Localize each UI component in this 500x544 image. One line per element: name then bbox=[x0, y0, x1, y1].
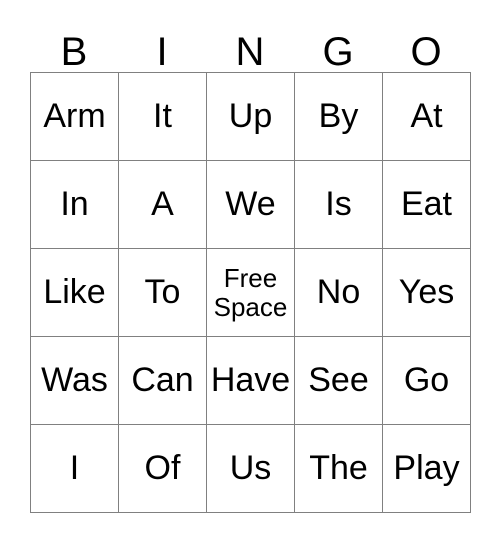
bingo-row: I Of Us The Play bbox=[31, 425, 471, 513]
bingo-cell[interactable]: Like bbox=[31, 249, 119, 337]
bingo-grid: Arm It Up By At In A We Is Eat Like To F… bbox=[30, 72, 471, 513]
bingo-cell[interactable]: To bbox=[119, 249, 207, 337]
bingo-cell[interactable]: No bbox=[295, 249, 383, 337]
bingo-cell-free-space[interactable]: Free Space bbox=[207, 249, 295, 337]
bingo-row: Arm It Up By At bbox=[31, 73, 471, 161]
bingo-cell[interactable]: Was bbox=[31, 337, 119, 425]
header-letter-g: G bbox=[322, 30, 354, 74]
bingo-cell[interactable]: We bbox=[207, 161, 295, 249]
bingo-cell[interactable]: A bbox=[119, 161, 207, 249]
bingo-row: In A We Is Eat bbox=[31, 161, 471, 249]
header-letter-i: I bbox=[156, 30, 168, 74]
bingo-row: Was Can Have See Go bbox=[31, 337, 471, 425]
header-letter-b: B bbox=[60, 30, 88, 74]
bingo-cell[interactable]: Us bbox=[207, 425, 295, 513]
bingo-cell[interactable]: Up bbox=[207, 73, 295, 161]
bingo-cell[interactable]: It bbox=[119, 73, 207, 161]
bingo-cell[interactable]: Have bbox=[207, 337, 295, 425]
bingo-cell[interactable]: Play bbox=[383, 425, 471, 513]
bingo-cell[interactable]: Arm bbox=[31, 73, 119, 161]
bingo-cell[interactable]: The bbox=[295, 425, 383, 513]
bingo-row: Like To Free Space No Yes bbox=[31, 249, 471, 337]
bingo-cell[interactable]: Yes bbox=[383, 249, 471, 337]
bingo-cell[interactable]: Go bbox=[383, 337, 471, 425]
bingo-cell[interactable]: See bbox=[295, 337, 383, 425]
bingo-cell[interactable]: Of bbox=[119, 425, 207, 513]
bingo-cell[interactable]: In bbox=[31, 161, 119, 249]
bingo-cell[interactable]: At bbox=[383, 73, 471, 161]
bingo-cell[interactable]: Can bbox=[119, 337, 207, 425]
bingo-header-row: B I N G O bbox=[30, 22, 470, 72]
header-letter-n: N bbox=[235, 30, 265, 74]
bingo-cell[interactable]: Is bbox=[295, 161, 383, 249]
header-letter-o: O bbox=[410, 30, 442, 74]
bingo-card: B I N G O Arm It Up By At In A We Is Eat… bbox=[30, 22, 471, 513]
bingo-cell[interactable]: Eat bbox=[383, 161, 471, 249]
bingo-cell[interactable]: I bbox=[31, 425, 119, 513]
bingo-cell[interactable]: By bbox=[295, 73, 383, 161]
